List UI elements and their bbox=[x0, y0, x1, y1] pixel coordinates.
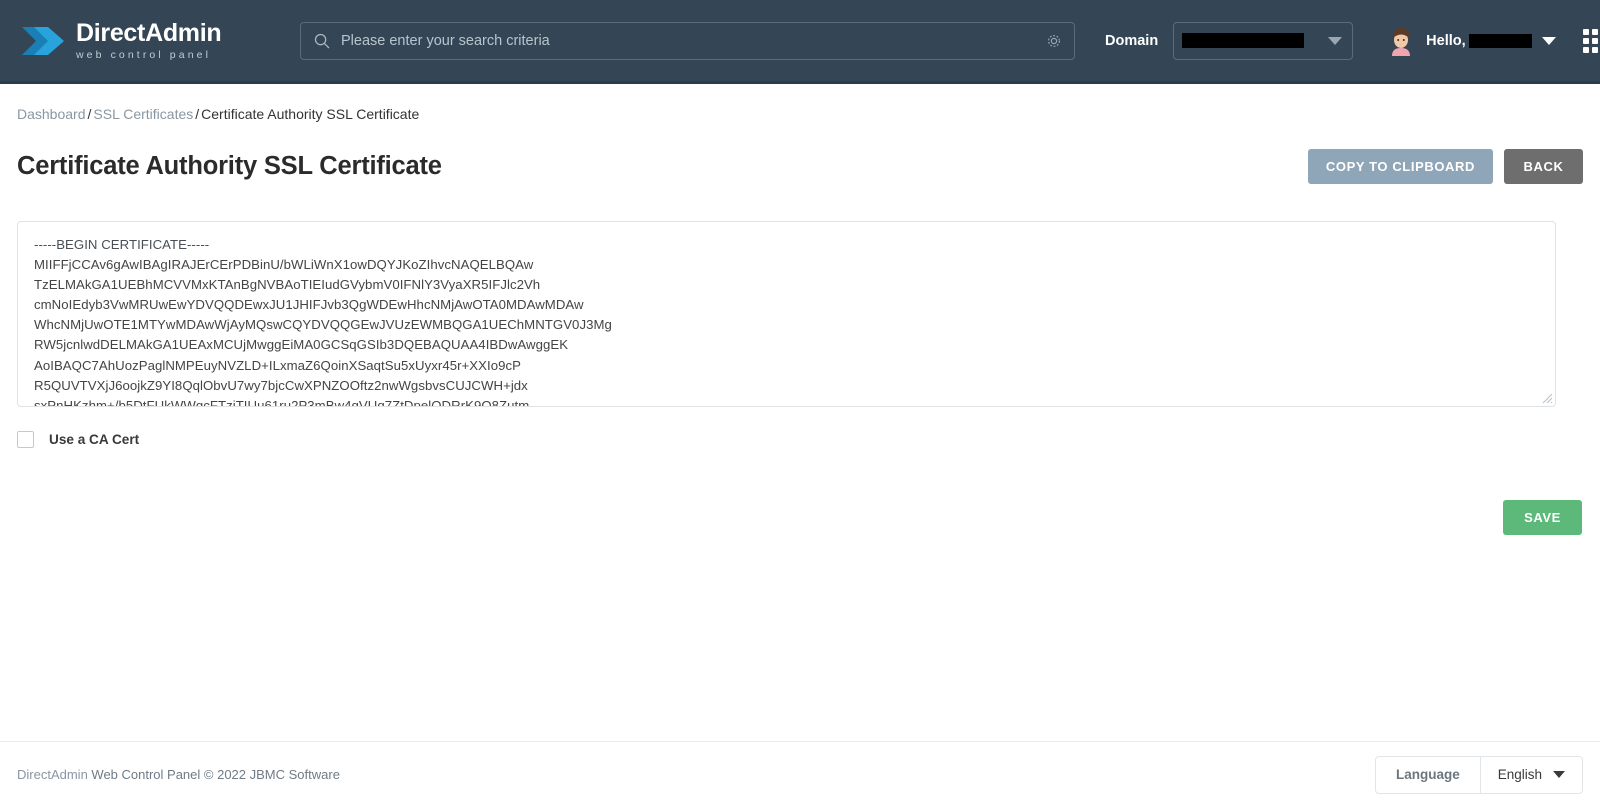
main-content: Dashboard / SSL Certificates / Certificate A… bbox=[0, 84, 1600, 535]
language-current: English bbox=[1497, 767, 1542, 782]
username-redacted bbox=[1468, 33, 1532, 48]
footer-copyright-text: Web Control Panel © 2022 JBMC Software bbox=[87, 767, 340, 782]
certificate-line: cmNoIEdyb3VwMRUwEwYDVQQDEwxJU1JHIFJvb3Qg… bbox=[34, 297, 584, 313]
domain-value-redacted bbox=[1182, 33, 1305, 48]
domain-label: Domain bbox=[1105, 32, 1159, 49]
footer-copyright: DirectAdmin Web Control Panel © 2022 JBM… bbox=[17, 767, 340, 782]
breadcrumb-item-ssl-certificates[interactable]: SSL Certificates bbox=[93, 106, 193, 122]
certificate-line: AoIBAQC7AhUozPaglNMPEuyNVZLD+ILxmaZ6Qoin… bbox=[34, 357, 521, 373]
brand-logo-group[interactable]: DirectAdmin web control panel bbox=[0, 19, 285, 63]
page-title-row: Certificate Authority SSL Certificate CO… bbox=[17, 148, 1583, 184]
language-label: Language bbox=[1376, 756, 1481, 793]
greeting-label: Hello, bbox=[1426, 32, 1466, 49]
chevron-down-icon bbox=[1553, 771, 1565, 778]
save-button[interactable]: SAVE bbox=[1503, 500, 1582, 535]
resize-grip-icon[interactable] bbox=[1540, 391, 1553, 404]
brand-title-first: Direct bbox=[76, 18, 146, 47]
page-actions: COPY TO CLIPBOARD BACK bbox=[1307, 148, 1583, 184]
domain-select[interactable] bbox=[1173, 21, 1354, 60]
brand-title: DirectAdmin bbox=[76, 18, 222, 47]
use-ca-cert-row: Use a CA Cert bbox=[17, 431, 1583, 448]
search-container bbox=[300, 21, 1075, 60]
certificate-line: R5QUVTVXjJ6oojkZ9YI8QqlObvU7wy7bjcCwXPNZ… bbox=[34, 377, 528, 393]
certificate-line: WhcNMjUwOTE1MTYwMDAwWjAyMQswCQYDVQQGEwJV… bbox=[34, 317, 612, 333]
directadmin-logo-icon bbox=[18, 19, 64, 63]
page-title: Certificate Authority SSL Certificate bbox=[17, 151, 442, 180]
apps-grid-icon[interactable] bbox=[1582, 28, 1600, 53]
save-row: SAVE bbox=[17, 500, 1583, 535]
domain-selector-group: Domain bbox=[1105, 21, 1354, 60]
certificate-line: -----BEGIN CERTIFICATE----- bbox=[34, 237, 210, 252]
breadcrumb-item-current: Certificate Authority SSL Certificate bbox=[201, 106, 420, 122]
breadcrumb-separator: / bbox=[87, 106, 92, 122]
chevron-down-icon bbox=[1328, 36, 1343, 45]
use-ca-cert-label: Use a CA Cert bbox=[49, 432, 140, 447]
breadcrumb-item-dashboard[interactable]: Dashboard bbox=[17, 106, 86, 122]
language-selector: Language English bbox=[1374, 755, 1583, 794]
copy-to-clipboard-button[interactable]: COPY TO CLIPBOARD bbox=[1307, 148, 1493, 184]
certificate-line: RW5jcnlwdDELMAkGA1UEAxMCUjMwggEiMA0GCSqG… bbox=[34, 337, 569, 353]
gear-icon[interactable] bbox=[1046, 33, 1062, 49]
certificate-line: MIIFFjCCAv6gAwIBAgIRAJErCErPDBinU/bWLiWn… bbox=[34, 257, 534, 273]
use-ca-cert-checkbox[interactable] bbox=[17, 431, 34, 448]
app-footer: DirectAdmin Web Control Panel © 2022 JBM… bbox=[0, 741, 1600, 807]
chevron-down-icon bbox=[1541, 36, 1556, 45]
search-input[interactable] bbox=[300, 21, 1075, 60]
breadcrumb: Dashboard / SSL Certificates / Certificate A… bbox=[17, 84, 1583, 122]
app-header: DirectAdmin web control panel Domain bbox=[0, 0, 1600, 84]
brand-tagline: web control panel bbox=[76, 48, 212, 61]
brand-title-second: Admin bbox=[145, 18, 222, 47]
certificate-line: TzELMAkGA1UEBhMCVVMxKTAnBgNVBAoTIEIudGVy… bbox=[34, 277, 541, 293]
certificate-line: sxPnHKzhm+/b5DtFUkWWqcFTzjTIUu61ru2P3mBw… bbox=[34, 397, 530, 407]
user-avatar-icon bbox=[1387, 26, 1415, 56]
back-button[interactable]: BACK bbox=[1504, 148, 1583, 184]
breadcrumb-separator: / bbox=[195, 106, 200, 122]
language-value[interactable]: English bbox=[1481, 757, 1582, 793]
certificate-textarea[interactable]: -----BEGIN CERTIFICATE----- MIIFFjCCAv6g… bbox=[17, 221, 1556, 407]
footer-brand-link[interactable]: DirectAdmin bbox=[17, 767, 88, 782]
user-menu[interactable]: Hello, bbox=[1387, 26, 1556, 56]
